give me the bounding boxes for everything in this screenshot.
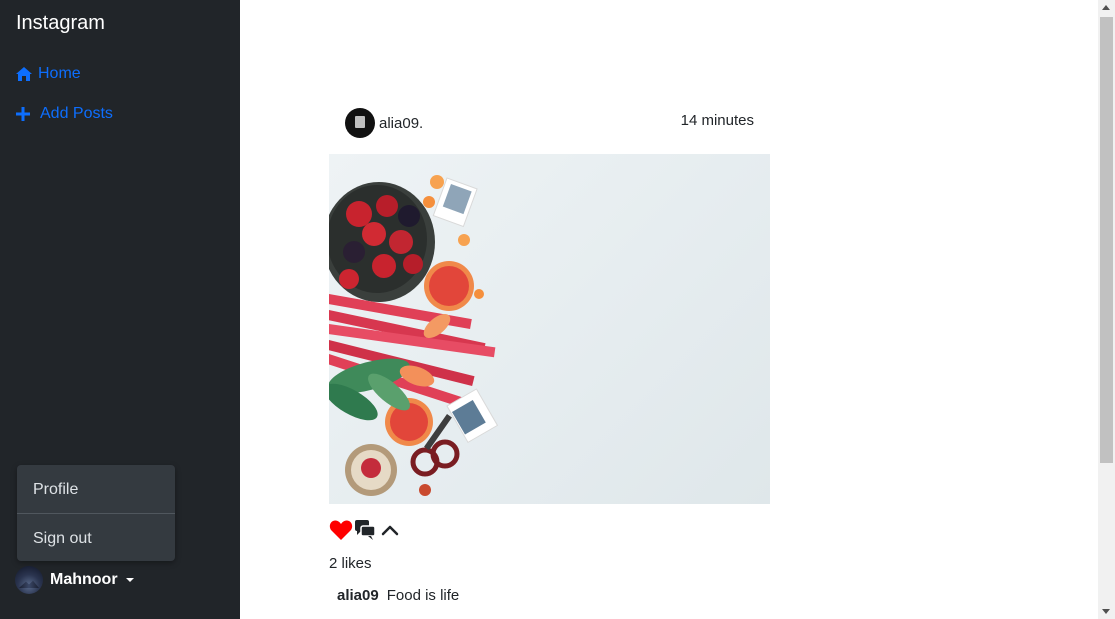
- user-dropdown-menu: Profile Sign out: [17, 465, 175, 561]
- post-avatar[interactable]: [345, 108, 375, 138]
- post-caption: alia09 Food is life: [337, 587, 459, 604]
- post-header: alia09. 14 minutes: [345, 107, 755, 139]
- food-photo-illustration: [329, 175, 499, 496]
- page-scrollbar[interactable]: [1098, 0, 1115, 619]
- user-name: Mahnoor: [50, 571, 118, 588]
- app-root: Instagram Home Add Posts Profile Sign ou…: [0, 0, 1115, 619]
- sidebar-item-add-posts[interactable]: Add Posts: [16, 105, 113, 123]
- caret-down-icon: [125, 578, 134, 582]
- plus-icon: [16, 107, 30, 121]
- dropdown-divider: [17, 513, 175, 514]
- user-dropdown-toggle[interactable]: Mahnoor: [15, 566, 134, 594]
- likes-count: 2 likes: [329, 555, 372, 572]
- caption-text: Food is life: [386, 587, 460, 604]
- dropdown-item-profile[interactable]: Profile: [33, 481, 78, 499]
- dropdown-item-sign-out[interactable]: Sign out: [33, 530, 92, 548]
- sidebar-item-home[interactable]: Home: [16, 65, 81, 83]
- scrollbar-thumb[interactable]: [1100, 17, 1113, 463]
- caption-username[interactable]: alia09: [337, 587, 379, 604]
- post-image: [329, 154, 770, 504]
- post-actions: [329, 519, 399, 541]
- brand-title[interactable]: Instagram: [16, 12, 105, 35]
- scroll-down-arrow-icon[interactable]: [1102, 609, 1110, 614]
- post-username[interactable]: alia09.: [379, 115, 423, 132]
- post-timestamp: 14 minutes: [680, 112, 754, 129]
- comments-icon[interactable]: [355, 519, 377, 541]
- avatar: [15, 566, 43, 594]
- sidebar-item-label: Home: [38, 65, 81, 82]
- sidebar: Instagram Home Add Posts Profile Sign ou…: [0, 0, 240, 619]
- sidebar-item-label: Add Posts: [40, 105, 113, 122]
- scroll-up-arrow-icon[interactable]: [1102, 5, 1110, 10]
- heart-icon[interactable]: [329, 519, 353, 541]
- home-icon: [16, 67, 32, 81]
- chevron-up-icon[interactable]: [381, 524, 399, 536]
